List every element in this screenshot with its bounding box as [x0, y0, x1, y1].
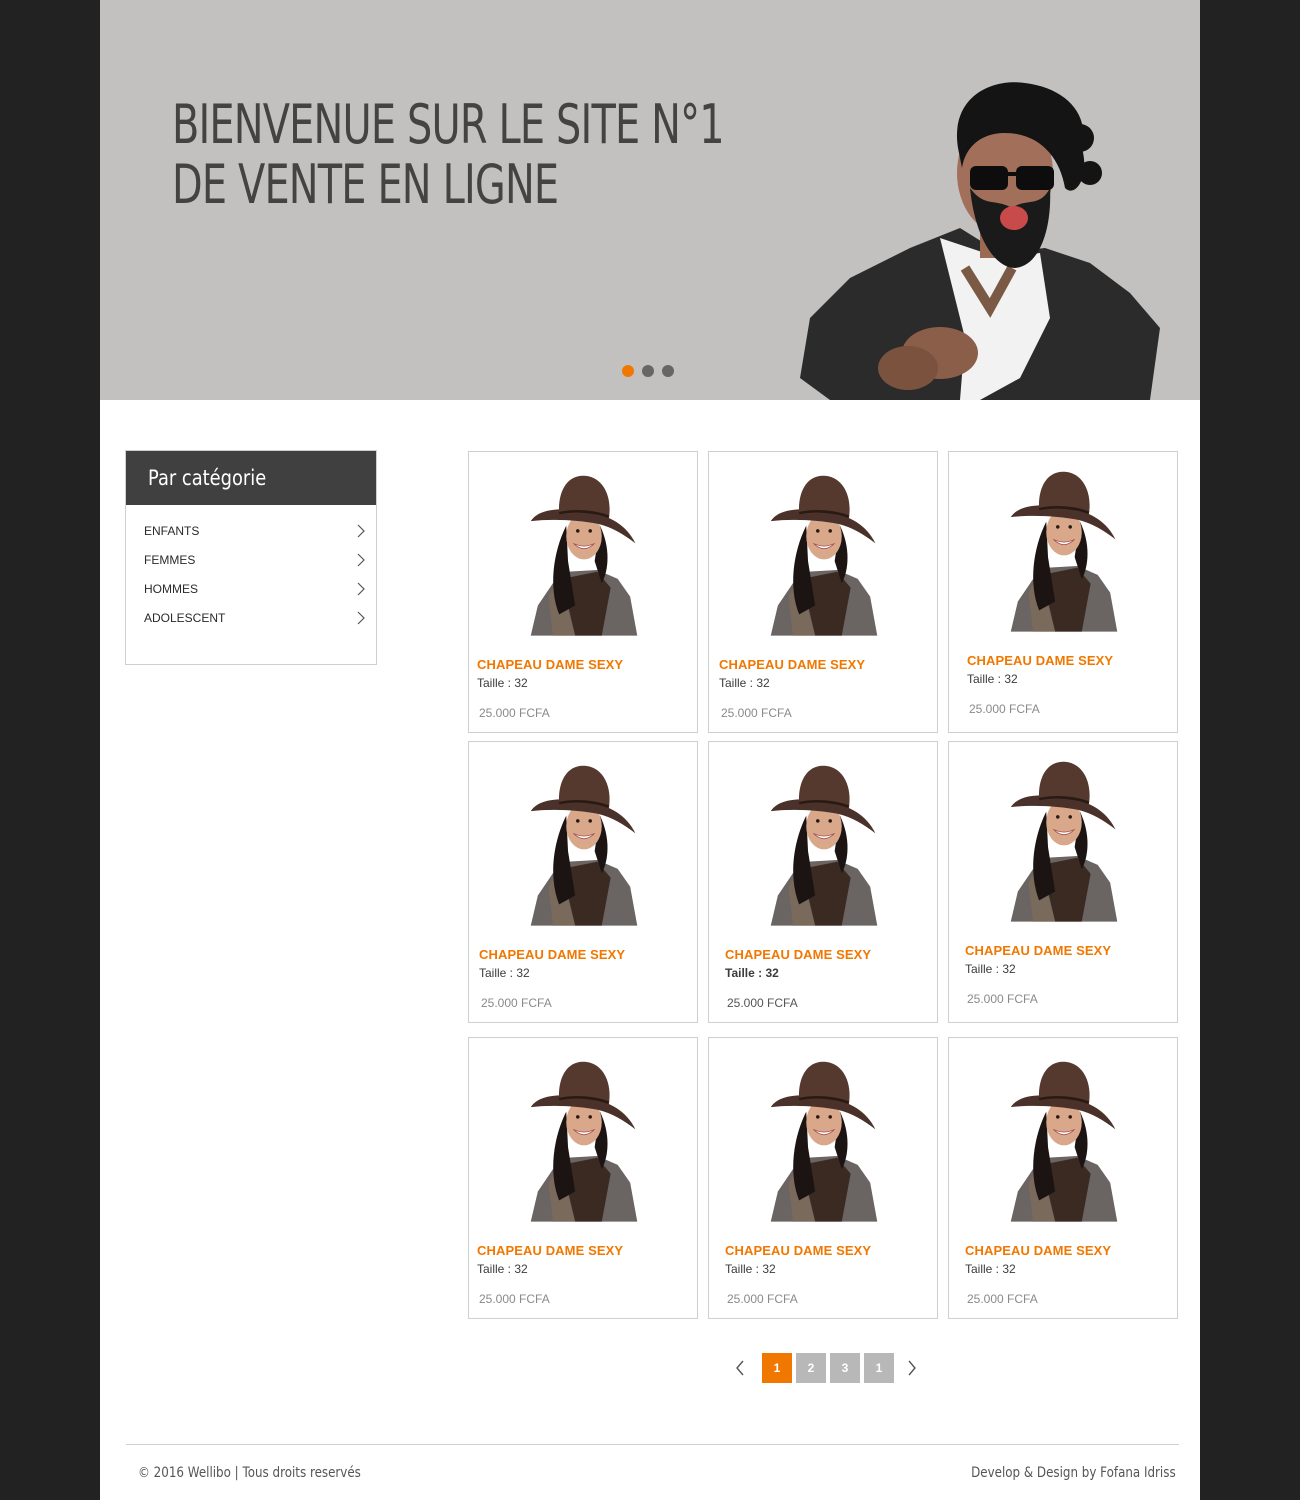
- slider-dot-1[interactable]: [622, 365, 634, 377]
- product-photo: [770, 765, 878, 926]
- product-name[interactable]: CHAPEAU DAME SEXY: [477, 657, 623, 672]
- product-size: Taille : 32: [479, 966, 530, 980]
- product-photo: [1010, 761, 1118, 922]
- hero-title: BIENVENUE SUR LE SITE N°1 DE VENTE EN LI…: [172, 93, 725, 216]
- slider-dot-2[interactable]: [642, 365, 654, 377]
- product-card[interactable]: CHAPEAU DAME SEXY Taille : 32 25.000 FCF…: [708, 1037, 938, 1319]
- category-item-enfants[interactable]: ENFANTS: [126, 517, 376, 546]
- product-name[interactable]: CHAPEAU DAME SEXY: [725, 1243, 871, 1258]
- product-photo: [530, 765, 638, 926]
- page-button-3[interactable]: 3: [830, 1353, 860, 1383]
- footer-credit: Develop & Design by Fofana Idriss: [971, 1465, 1176, 1481]
- product-card[interactable]: CHAPEAU DAME SEXY Taille : 32 25.000 FCF…: [948, 741, 1178, 1023]
- product-card[interactable]: CHAPEAU DAME SEXY Taille : 32 25.000 FCF…: [468, 741, 698, 1023]
- hero-man-photo: [800, 82, 1160, 400]
- sidebar-title: Par catégorie: [126, 451, 376, 505]
- product-card[interactable]: CHAPEAU DAME SEXY Taille : 32 25.000 FCF…: [948, 1037, 1178, 1319]
- product-photo: [1010, 1061, 1118, 1222]
- product-name[interactable]: CHAPEAU DAME SEXY: [719, 657, 865, 672]
- category-sidebar: Par catégorie ENFANTS FEMMES HOMMES ADOL…: [125, 450, 377, 665]
- product-photo: [770, 1061, 878, 1222]
- category-label: HOMMES: [144, 582, 198, 596]
- product-price: 25.000 FCFA: [727, 996, 798, 1010]
- product-size: Taille : 32: [965, 1262, 1016, 1276]
- page: BIENVENUE SUR LE SITE N°1 DE VENTE EN LI…: [100, 0, 1200, 1500]
- product-card[interactable]: CHAPEAU DAME SEXY Taille : 32 25.000 FCF…: [468, 1037, 698, 1319]
- product-card[interactable]: CHAPEAU DAME SEXY Taille : 32 25.000 FCF…: [948, 451, 1178, 733]
- product-card[interactable]: CHAPEAU DAME SEXY Taille : 32 25.000 FCF…: [708, 451, 938, 733]
- product-size: Taille : 32: [719, 676, 770, 690]
- product-price: 25.000 FCFA: [969, 702, 1040, 716]
- category-item-hommes[interactable]: HOMMES: [126, 575, 376, 604]
- footer-divider: [126, 1444, 1179, 1445]
- product-name[interactable]: CHAPEAU DAME SEXY: [965, 943, 1111, 958]
- product-size: Taille : 32: [965, 962, 1016, 976]
- product-price: 25.000 FCFA: [727, 1292, 798, 1306]
- product-price: 25.000 FCFA: [479, 1292, 550, 1306]
- category-item-adolescent[interactable]: ADOLESCENT: [126, 604, 376, 633]
- pagination: 1 2 3 1: [730, 1353, 922, 1383]
- product-photo: [1010, 471, 1118, 632]
- product-card[interactable]: CHAPEAU DAME SEXY Taille : 32 25.000 FCF…: [468, 451, 698, 733]
- category-list: ENFANTS FEMMES HOMMES ADOLESCENT: [126, 505, 376, 633]
- product-name[interactable]: CHAPEAU DAME SEXY: [965, 1243, 1111, 1258]
- product-size: Taille : 32: [477, 676, 528, 690]
- product-size: Taille : 32: [967, 672, 1018, 686]
- sidebar-title-text: Par catégorie: [148, 466, 267, 490]
- page-button-4[interactable]: 1: [864, 1353, 894, 1383]
- category-label: ENFANTS: [144, 524, 200, 538]
- page-button-1[interactable]: 1: [762, 1353, 792, 1383]
- prev-page-button[interactable]: [730, 1353, 750, 1383]
- product-name[interactable]: CHAPEAU DAME SEXY: [479, 947, 625, 962]
- category-label: ADOLESCENT: [144, 611, 226, 625]
- product-photo: [530, 475, 638, 636]
- product-card[interactable]: CHAPEAU DAME SEXY Taille : 32 25.000 FCF…: [708, 741, 938, 1023]
- chevron-right-icon: [357, 553, 365, 567]
- product-name[interactable]: CHAPEAU DAME SEXY: [725, 947, 871, 962]
- product-price: 25.000 FCFA: [481, 996, 552, 1010]
- slider-dot-3[interactable]: [662, 365, 674, 377]
- footer-copyright: © 2016 Wellibo | Tous droits reservés: [138, 1465, 361, 1481]
- product-size: Taille : 32: [725, 1262, 776, 1276]
- product-price: 25.000 FCFA: [721, 706, 792, 720]
- chevron-left-icon: [736, 1360, 744, 1376]
- next-page-button[interactable]: [902, 1353, 922, 1383]
- slider-dots: [622, 365, 674, 377]
- category-item-femmes[interactable]: FEMMES: [126, 546, 376, 575]
- chevron-right-icon: [357, 611, 365, 625]
- category-label: FEMMES: [144, 553, 196, 567]
- product-price: 25.000 FCFA: [479, 706, 550, 720]
- chevron-right-icon: [908, 1360, 916, 1376]
- product-price: 25.000 FCFA: [967, 1292, 1038, 1306]
- product-size: Taille : 32: [725, 966, 779, 980]
- product-price: 25.000 FCFA: [967, 992, 1038, 1006]
- product-name[interactable]: CHAPEAU DAME SEXY: [967, 653, 1113, 668]
- product-name[interactable]: CHAPEAU DAME SEXY: [477, 1243, 623, 1258]
- hero-banner: BIENVENUE SUR LE SITE N°1 DE VENTE EN LI…: [100, 0, 1200, 400]
- page-button-2[interactable]: 2: [796, 1353, 826, 1383]
- product-photo: [770, 475, 878, 636]
- product-size: Taille : 32: [477, 1262, 528, 1276]
- product-photo: [530, 1061, 638, 1222]
- chevron-right-icon: [357, 524, 365, 538]
- hero-title-line-1: BIENVENUE SUR LE SITE N°1: [172, 93, 725, 156]
- hero-title-line-2: DE VENTE EN LIGNE: [172, 153, 559, 216]
- chevron-right-icon: [357, 582, 365, 596]
